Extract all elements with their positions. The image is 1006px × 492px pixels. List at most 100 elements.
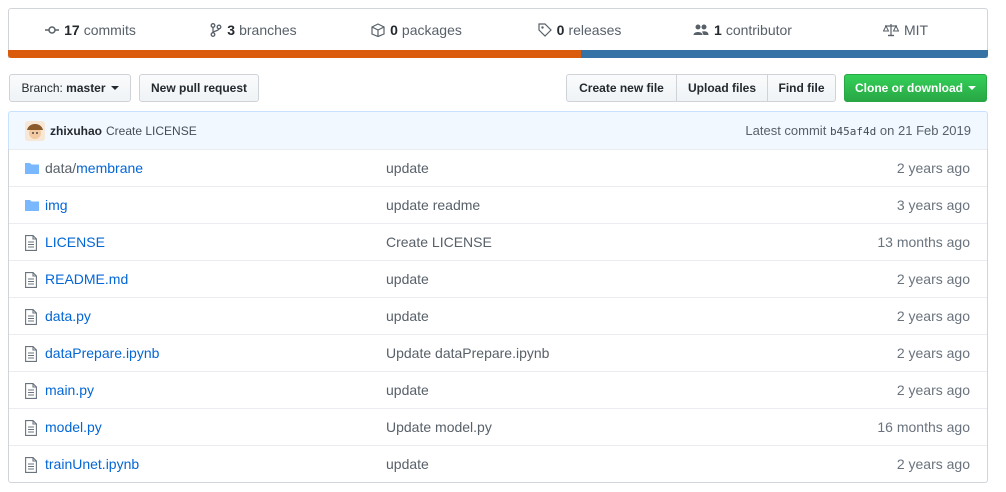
file-row: data/membrane update 2 years ago <box>9 149 987 186</box>
new-pull-request-button[interactable]: New pull request <box>139 74 259 102</box>
file-name-link[interactable]: data/membrane <box>45 160 143 176</box>
commit-age: 2 years ago <box>896 382 970 398</box>
branch-icon <box>210 23 222 37</box>
branches-count: 3 <box>227 22 236 38</box>
branch-select-button[interactable]: Branch: master <box>9 74 131 102</box>
branches-label: branches <box>239 22 297 38</box>
contributors-link[interactable]: 1 contributor <box>661 9 824 51</box>
releases-label: releases <box>568 22 622 38</box>
commit-message-link[interactable]: Update model.py <box>386 419 492 435</box>
commit-age: 16 months ago <box>877 419 970 435</box>
commit-age: 2 years ago <box>896 160 970 176</box>
commit-age: 2 years ago <box>896 308 970 324</box>
file-icon <box>25 457 41 473</box>
tag-icon <box>538 23 552 37</box>
file-icon <box>25 420 41 436</box>
folder-icon <box>25 161 41 177</box>
clone-or-download-button[interactable]: Clone or download <box>844 74 987 102</box>
caret-down-icon <box>110 86 119 90</box>
file-name-link[interactable]: README.md <box>45 271 128 287</box>
packages-count: 0 <box>390 22 398 38</box>
releases-link[interactable]: 0 releases <box>498 9 661 51</box>
latest-commit-label: Latest commit <box>745 123 827 138</box>
law-icon <box>882 24 899 37</box>
commits-label: commits <box>83 22 136 38</box>
avatar[interactable] <box>25 120 45 141</box>
file-name-link[interactable]: main.py <box>45 382 94 398</box>
file-row: README.md update 2 years ago <box>9 260 987 297</box>
folder-icon <box>25 198 41 214</box>
license-link[interactable]: MIT <box>824 9 987 51</box>
latest-commit-info: Latest commit b45af4d on 21 Feb 2019 <box>745 123 971 138</box>
commit-message-link[interactable]: update <box>386 271 429 287</box>
file-icon <box>25 346 41 362</box>
commit-author-link[interactable]: zhixuhao <box>50 124 102 138</box>
caret-down-icon <box>968 86 976 90</box>
file-name: LICENSE <box>45 234 105 250</box>
commit-message-link[interactable]: Create LICENSE <box>386 234 492 250</box>
commit-age: 3 years ago <box>896 197 970 213</box>
file-icon <box>25 309 41 325</box>
commit-icon <box>45 26 60 34</box>
branch-name: master <box>66 81 106 95</box>
create-new-file-button[interactable]: Create new file <box>566 74 677 102</box>
file-name-link[interactable]: data.py <box>45 308 91 324</box>
commits-count: 17 <box>64 22 80 38</box>
commit-message-link[interactable]: update <box>386 382 429 398</box>
latest-commit-bar: zhixuhao Create LICENSE Latest commit b4… <box>8 111 988 150</box>
packages-label: packages <box>401 22 462 38</box>
branches-link[interactable]: 3 branches <box>172 9 335 51</box>
commit-message-link[interactable]: Update dataPrepare.ipynb <box>386 345 549 361</box>
upload-files-button[interactable]: Upload files <box>676 74 768 102</box>
commit-age: 2 years ago <box>896 456 970 472</box>
contributors-label: contributor <box>725 22 792 38</box>
file-row: model.py Update model.py 16 months ago <box>9 408 987 445</box>
file-row: data.py update 2 years ago <box>9 297 987 334</box>
package-icon <box>371 23 385 37</box>
file-row: trainUnet.ipynb update 2 years ago <box>9 445 987 482</box>
commit-message-link[interactable]: Create LICENSE <box>106 124 197 138</box>
commit-age: 2 years ago <box>896 271 970 287</box>
file-name: membrane <box>76 160 144 176</box>
file-row: img update readme 3 years ago <box>9 186 987 223</box>
language-bar-segment[interactable] <box>8 50 582 58</box>
license-label: MIT <box>903 22 929 38</box>
file-name: main.py <box>45 382 95 398</box>
language-bar-segment[interactable] <box>581 50 988 58</box>
packages-link[interactable]: 0 packages <box>335 9 498 51</box>
commit-message-link[interactable]: update <box>386 456 429 472</box>
file-row: main.py update 2 years ago <box>9 371 987 408</box>
file-name: trainUnet.ipynb <box>45 456 140 472</box>
commits-link[interactable]: 17 commits <box>9 9 172 51</box>
file-name-link[interactable]: model.py <box>45 419 102 435</box>
file-actions-group: Create new file Upload files Find file <box>566 74 836 102</box>
commit-sha-link[interactable]: b45af4d <box>830 125 876 138</box>
file-list: data/membrane update 2 years ago img update … <box>8 149 988 483</box>
commit-age: 13 months ago <box>877 234 970 250</box>
file-name: README.md <box>45 271 129 287</box>
commit-date: on 21 Feb 2019 <box>879 123 971 138</box>
file-icon <box>25 272 41 288</box>
commit-message-link[interactable]: update <box>386 160 429 176</box>
file-name-link[interactable]: LICENSE <box>45 234 105 250</box>
releases-count: 0 <box>556 22 565 38</box>
find-file-button[interactable]: Find file <box>767 74 836 102</box>
file-row: dataPrepare.ipynb Update dataPrepare.ipyn… <box>9 334 987 371</box>
file-row: LICENSE Create LICENSE 13 months ago <box>9 223 987 260</box>
commit-message-link[interactable]: update readme <box>386 197 480 213</box>
clone-label: Clone or download <box>855 81 963 95</box>
file-icon <box>25 235 41 251</box>
file-name: img <box>45 197 68 213</box>
commit-age: 2 years ago <box>896 345 970 361</box>
file-name-link[interactable]: dataPrepare.ipynb <box>45 345 159 361</box>
commit-message-link[interactable]: update <box>386 308 429 324</box>
people-icon <box>693 24 709 35</box>
file-name: dataPrepare.ipynb <box>45 345 160 361</box>
file-dir-prefix: data/ <box>45 160 77 176</box>
file-name: model.py <box>45 419 102 435</box>
file-name: data.py <box>45 308 91 324</box>
file-name-link[interactable]: img <box>45 197 68 213</box>
file-name-link[interactable]: trainUnet.ipynb <box>45 456 139 472</box>
language-bar[interactable] <box>8 50 988 58</box>
contributors-count: 1 <box>714 22 722 38</box>
